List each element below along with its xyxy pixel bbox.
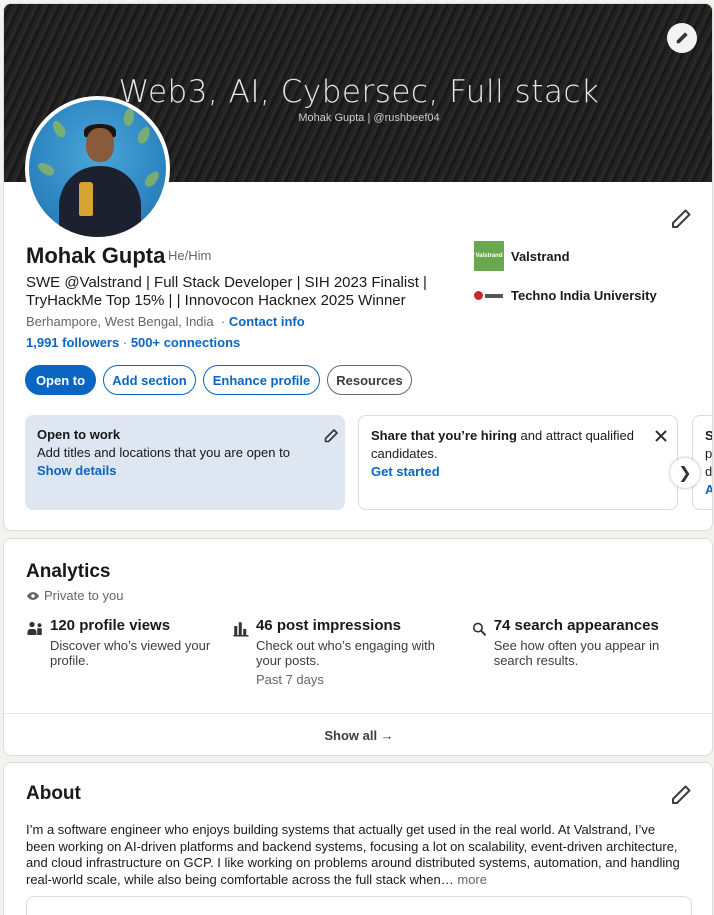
search-icon: [472, 622, 487, 636]
get-started-link[interactable]: Get started: [371, 463, 665, 481]
network-separator: ·: [122, 335, 128, 350]
metric-desc: See how often you appear in search resul…: [493, 638, 660, 668]
about-text: I’m a software engineer who enjoys build…: [26, 822, 680, 887]
profile-location-row: Berhampore, West Bengal, India · Contact…: [26, 314, 305, 329]
pencil-icon: [672, 209, 691, 228]
metric-period: Past 7 days: [255, 672, 324, 687]
school-name: Techno India University: [511, 288, 657, 303]
pencil-icon: [672, 785, 691, 804]
edit-otw-button[interactable]: [323, 428, 339, 444]
bar-chart-icon: [233, 622, 249, 637]
company-name: Valstrand: [511, 248, 570, 264]
add-section-button[interactable]: Add section: [103, 365, 196, 395]
hiring-text: Share that you’re hiring and attract qua…: [371, 428, 634, 461]
profile-views-metric[interactable]: 120 profile views Discover who’s viewed …: [26, 617, 216, 668]
profile-location: Berhampore, West Bengal, India: [26, 314, 214, 329]
metric-desc: Check out who’s engaging with your posts…: [255, 638, 435, 668]
show-details-link[interactable]: Show details: [37, 462, 333, 480]
carousel-next-button[interactable]: ❯: [670, 458, 700, 488]
profile-top-card: Web3, AI, Cybersec, Full stack Mohak Gup…: [3, 3, 713, 531]
hiring-card: Share that you’re hiring and attract qua…: [358, 415, 678, 510]
education-school[interactable]: Techno India University: [474, 288, 657, 303]
resources-button[interactable]: Resources: [327, 365, 412, 395]
otw-title: Open to work: [37, 427, 121, 442]
show-all-analytics-button[interactable]: Show all →: [4, 713, 712, 755]
metric-title: 74 search appearances: [493, 617, 659, 634]
analytics-card: Analytics Private to you 120 profile vie…: [3, 538, 713, 756]
eye-icon: [26, 591, 40, 600]
about-card: About I’m a software engineer who enjoys…: [3, 762, 713, 915]
profile-pronouns: He/Him: [168, 248, 212, 263]
metric-title: 46 post impressions: [255, 617, 402, 634]
edit-about-button[interactable]: [669, 783, 693, 807]
top-skills-box: [26, 896, 692, 915]
network-row: 1,991 followers · 500+ connections: [26, 335, 240, 350]
connections-link[interactable]: 500+ connections: [131, 335, 240, 350]
dismiss-hiring-button[interactable]: [654, 429, 668, 443]
pencil-icon: [324, 429, 338, 443]
university-logo: [474, 289, 504, 303]
open-to-work-card: Open to work Add titles and locations th…: [25, 415, 345, 510]
current-company[interactable]: Valstrand Valstrand: [474, 241, 570, 271]
about-title: About: [26, 783, 81, 804]
chevron-right-icon: ❯: [678, 465, 692, 482]
post-impressions-metric[interactable]: 46 post impressions Check out who’s enga…: [232, 617, 457, 687]
edit-banner-button[interactable]: [667, 23, 697, 53]
metric-title: 120 profile views: [50, 617, 171, 634]
search-appearances-metric[interactable]: 74 search appearances See how often you …: [471, 617, 686, 668]
profile-name: Mohak Gupta: [26, 243, 166, 268]
profile-headline: SWE @Valstrand | Full Stack Developer | …: [26, 274, 427, 309]
contact-info-link[interactable]: Contact info: [229, 314, 305, 329]
valstrand-logo: Valstrand: [474, 241, 504, 271]
edit-intro-button[interactable]: [669, 207, 693, 231]
enhance-profile-button[interactable]: Enhance profile: [203, 365, 320, 395]
metric-desc: Discover who’s viewed your profile.: [50, 638, 211, 668]
pencil-icon: [676, 32, 688, 44]
open-to-button[interactable]: Open to: [25, 365, 96, 395]
close-icon: [655, 430, 667, 442]
otw-desc: Add titles and locations that you are op…: [37, 445, 290, 460]
location-separator: ·: [220, 314, 226, 329]
people-icon: [27, 621, 42, 635]
followers-link[interactable]: 1,991 followers: [26, 335, 119, 350]
private-note: Private to you: [26, 588, 124, 603]
profile-photo[interactable]: [25, 96, 170, 241]
see-more-link[interactable]: more: [457, 872, 487, 887]
analytics-title: Analytics: [26, 561, 111, 582]
